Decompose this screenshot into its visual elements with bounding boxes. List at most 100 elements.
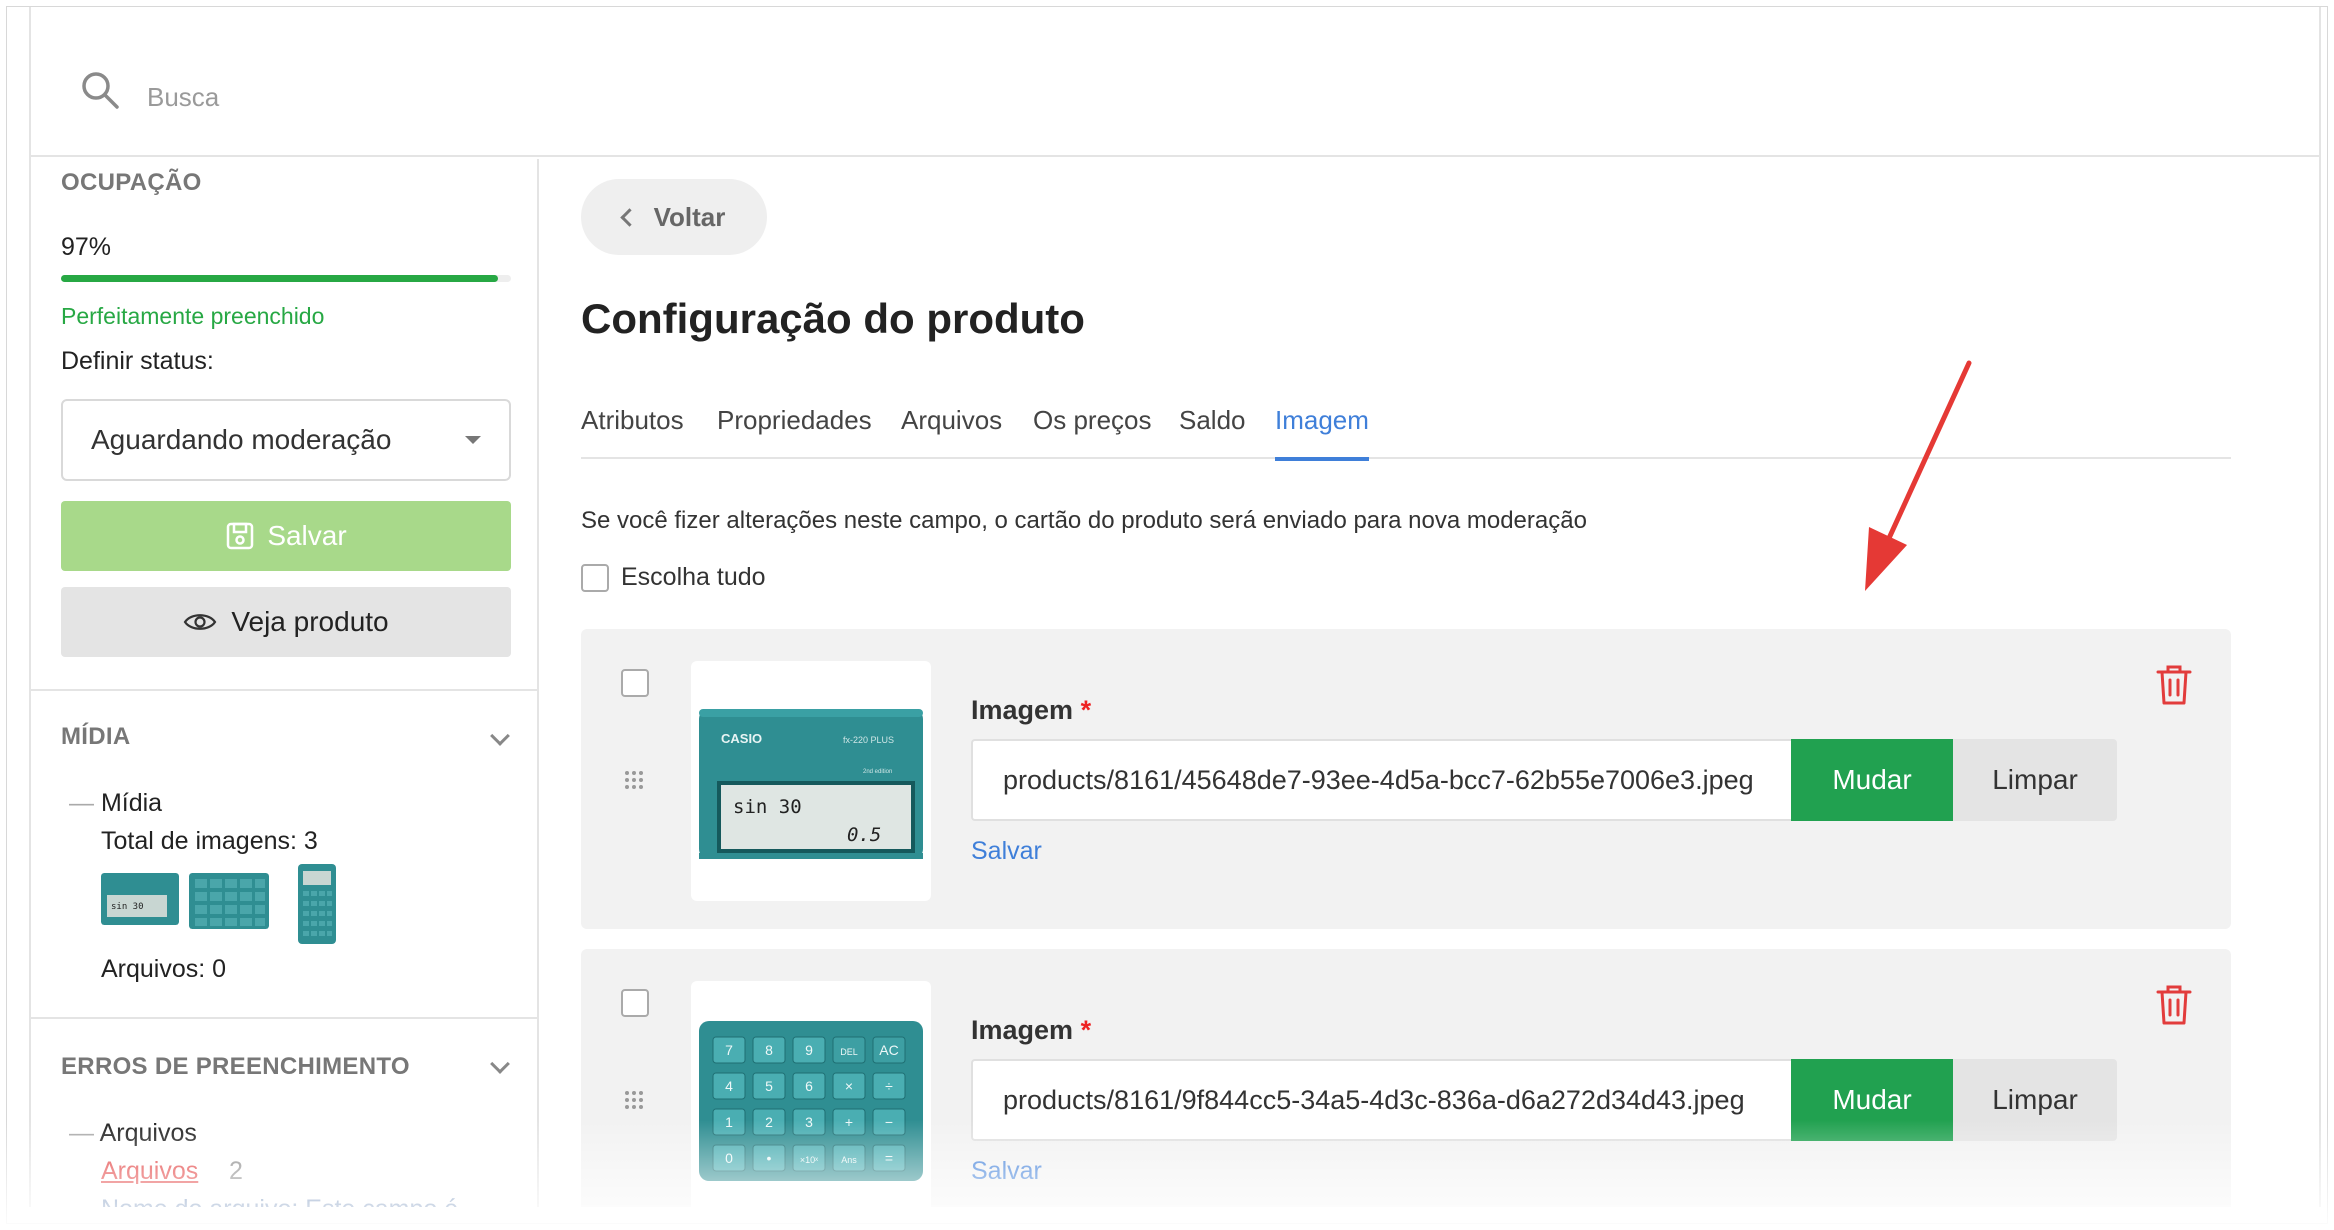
change-image-button[interactable]: Mudar xyxy=(1791,739,1953,821)
view-product-label: Veja produto xyxy=(231,606,389,637)
media-tree-item: — Mídia xyxy=(69,789,163,817)
occupation-progress-bar xyxy=(61,275,511,282)
calculator-key-label: × xyxy=(845,1078,853,1094)
sidebar-divider xyxy=(31,689,537,691)
errors-collapse-chevron-icon[interactable] xyxy=(490,1054,510,1074)
calculator-key-label: ×10ˣ xyxy=(800,1155,818,1165)
tab-saldo[interactable]: Saldo xyxy=(1179,405,1246,459)
calculator-key-label: • xyxy=(767,1150,772,1166)
media-thumbnail-2[interactable] xyxy=(189,873,269,929)
tab-os-precos[interactable]: Os preços xyxy=(1033,405,1152,459)
image-card: 7 8 9 DEL AC 4 5 6 × ÷ 1 2 3 + − 0 • ×10ˣ Ans = Imagem * pr… xyxy=(581,949,2231,1207)
calculator-key-label: 6 xyxy=(805,1078,813,1094)
svg-text:fx-220 PLUS: fx-220 PLUS xyxy=(843,735,894,745)
status-selected-value: Aguardando moderação xyxy=(91,424,392,455)
calculator-key-label: ÷ xyxy=(885,1078,893,1094)
back-button[interactable]: Voltar xyxy=(581,179,767,255)
calculator-key-label: 5 xyxy=(765,1078,773,1094)
calculator-key-label: 4 xyxy=(725,1078,733,1094)
image-preview[interactable]: CASIO fx-220 PLUS 2nd edition sin 30 0.5 xyxy=(691,661,931,901)
chevron-left-icon xyxy=(619,207,639,227)
calculator-key-label: 0 xyxy=(725,1150,733,1166)
errors-count: 2 xyxy=(229,1157,243,1185)
calculator-full-image xyxy=(298,864,336,944)
image-field-label: Imagem * xyxy=(971,1015,1092,1045)
svg-text:CASIO: CASIO xyxy=(721,731,762,746)
image-card-checkbox[interactable] xyxy=(621,989,649,1017)
image-path-field[interactable]: products/8161/9f844cc5-34a5-4d3c-836a-d6… xyxy=(971,1059,1791,1141)
files-count-text: Arquivos: 0 xyxy=(101,955,227,983)
image-card-checkbox[interactable] xyxy=(621,669,649,697)
calculator-key-label: = xyxy=(885,1150,893,1166)
total-images-text: Total de imagens: 3 xyxy=(101,827,318,855)
annotation-arrow-icon xyxy=(1865,360,1972,591)
checkbox[interactable] xyxy=(581,563,609,592)
screenshot-frame: OCUPAÇÃO 97% Perfeitamente preenchido De… xyxy=(6,6,2328,1224)
calculator-display-image: CASIO fx-220 PLUS 2nd edition sin 30 0.5 xyxy=(699,709,923,859)
page-title: Configuração do produto xyxy=(581,295,1085,342)
occupation-progress-fill xyxy=(61,275,498,282)
calculator-keys-image xyxy=(189,873,269,929)
calculator-key-label: Ans xyxy=(841,1155,857,1165)
app-window: OCUPAÇÃO 97% Perfeitamente preenchido De… xyxy=(29,7,2321,1207)
back-button-label: Voltar xyxy=(653,201,726,232)
errors-files-link[interactable]: Arquivos xyxy=(101,1157,198,1186)
calculator-key-label: 3 xyxy=(805,1114,813,1130)
eye-icon xyxy=(184,614,217,630)
occupation-label: OCUPAÇÃO xyxy=(61,169,202,196)
clear-image-button[interactable]: Limpar xyxy=(1953,739,2117,821)
tab-atributos[interactable]: Atributos xyxy=(581,405,684,459)
calculator-key-label: 7 xyxy=(725,1042,733,1058)
calculator-key-label: AC xyxy=(879,1042,898,1058)
calculator-key-label: − xyxy=(885,1114,893,1130)
change-image-button[interactable]: Mudar xyxy=(1791,1059,1953,1141)
tab-imagem[interactable]: Imagem xyxy=(1275,405,1369,461)
media-thumbnail-3[interactable] xyxy=(297,863,337,945)
image-field-label: Imagem * xyxy=(971,695,1092,725)
tab-arquivos[interactable]: Arquivos xyxy=(901,405,1002,459)
occupation-status: Perfeitamente preenchido xyxy=(61,303,325,329)
errors-tree-item: — Arquivos xyxy=(69,1119,197,1147)
save-image-link[interactable]: Salvar xyxy=(971,1157,1042,1186)
sidebar-divider xyxy=(31,1017,537,1019)
floppy-disk-icon xyxy=(227,522,254,550)
view-product-button[interactable]: Veja produto xyxy=(61,587,511,657)
svg-text:sin 30: sin 30 xyxy=(111,902,144,912)
drag-handle-icon[interactable] xyxy=(623,1089,645,1111)
sidebar-save-label: Salvar xyxy=(267,520,347,551)
tab-propriedades[interactable]: Propriedades xyxy=(717,405,872,459)
trash-icon[interactable] xyxy=(2155,663,2193,707)
calculator-key-label: 9 xyxy=(805,1042,813,1058)
status-select[interactable]: Aguardando moderação xyxy=(61,399,511,481)
media-collapse-chevron-icon[interactable] xyxy=(490,726,510,746)
image-preview[interactable]: 7 8 9 DEL AC 4 5 6 × ÷ 1 2 3 + − 0 • ×10ˣ Ans = xyxy=(691,981,931,1207)
media-thumbnail-1[interactable]: sin 30 xyxy=(101,873,179,925)
search-input[interactable] xyxy=(147,77,747,117)
calculator-display-image: sin 30 xyxy=(101,873,179,925)
errors-note: Nome do arquivo: Este campo é xyxy=(101,1195,458,1207)
occupation-value: 97% xyxy=(61,233,112,261)
save-image-link[interactable]: Salvar xyxy=(971,837,1042,866)
sidebar-save-button[interactable]: Salvar xyxy=(61,501,511,571)
image-path-field[interactable]: products/8161/45648de7-93ee-4d5a-bcc7-62… xyxy=(971,739,1791,821)
calculator-key-label: 1 xyxy=(725,1114,733,1130)
svg-text:sin 30: sin 30 xyxy=(733,796,802,818)
calculator-key-label: DEL xyxy=(840,1047,858,1057)
search-icon[interactable] xyxy=(79,69,121,111)
calculator-key-label: 2 xyxy=(765,1114,773,1130)
calculator-keys-image: 7 8 9 DEL AC 4 5 6 × ÷ 1 2 3 + − 0 • ×10ˣ Ans = xyxy=(699,1021,923,1181)
errors-section-title: ERROS DE PREENCHIMENTO xyxy=(61,1053,410,1080)
clear-image-button[interactable]: Limpar xyxy=(1953,1059,2117,1141)
tab-bar: Atributos Propriedades Arquivos Os preço… xyxy=(581,405,2231,461)
svg-text:2nd edition: 2nd edition xyxy=(863,769,892,775)
select-all-checkbox[interactable]: Escolha tudo xyxy=(581,563,766,592)
trash-icon[interactable] xyxy=(2155,983,2193,1027)
svg-text:0.5: 0.5 xyxy=(847,824,881,846)
calculator-key-label: + xyxy=(845,1114,853,1130)
caret-down-icon xyxy=(465,436,481,444)
calculator-key-label: 8 xyxy=(765,1042,773,1058)
image-card: CASIO fx-220 PLUS 2nd edition sin 30 0.5… xyxy=(581,629,2231,929)
drag-handle-icon[interactable] xyxy=(623,769,645,791)
select-all-label: Escolha tudo xyxy=(621,563,766,591)
active-tab-indicator xyxy=(1275,457,1369,461)
